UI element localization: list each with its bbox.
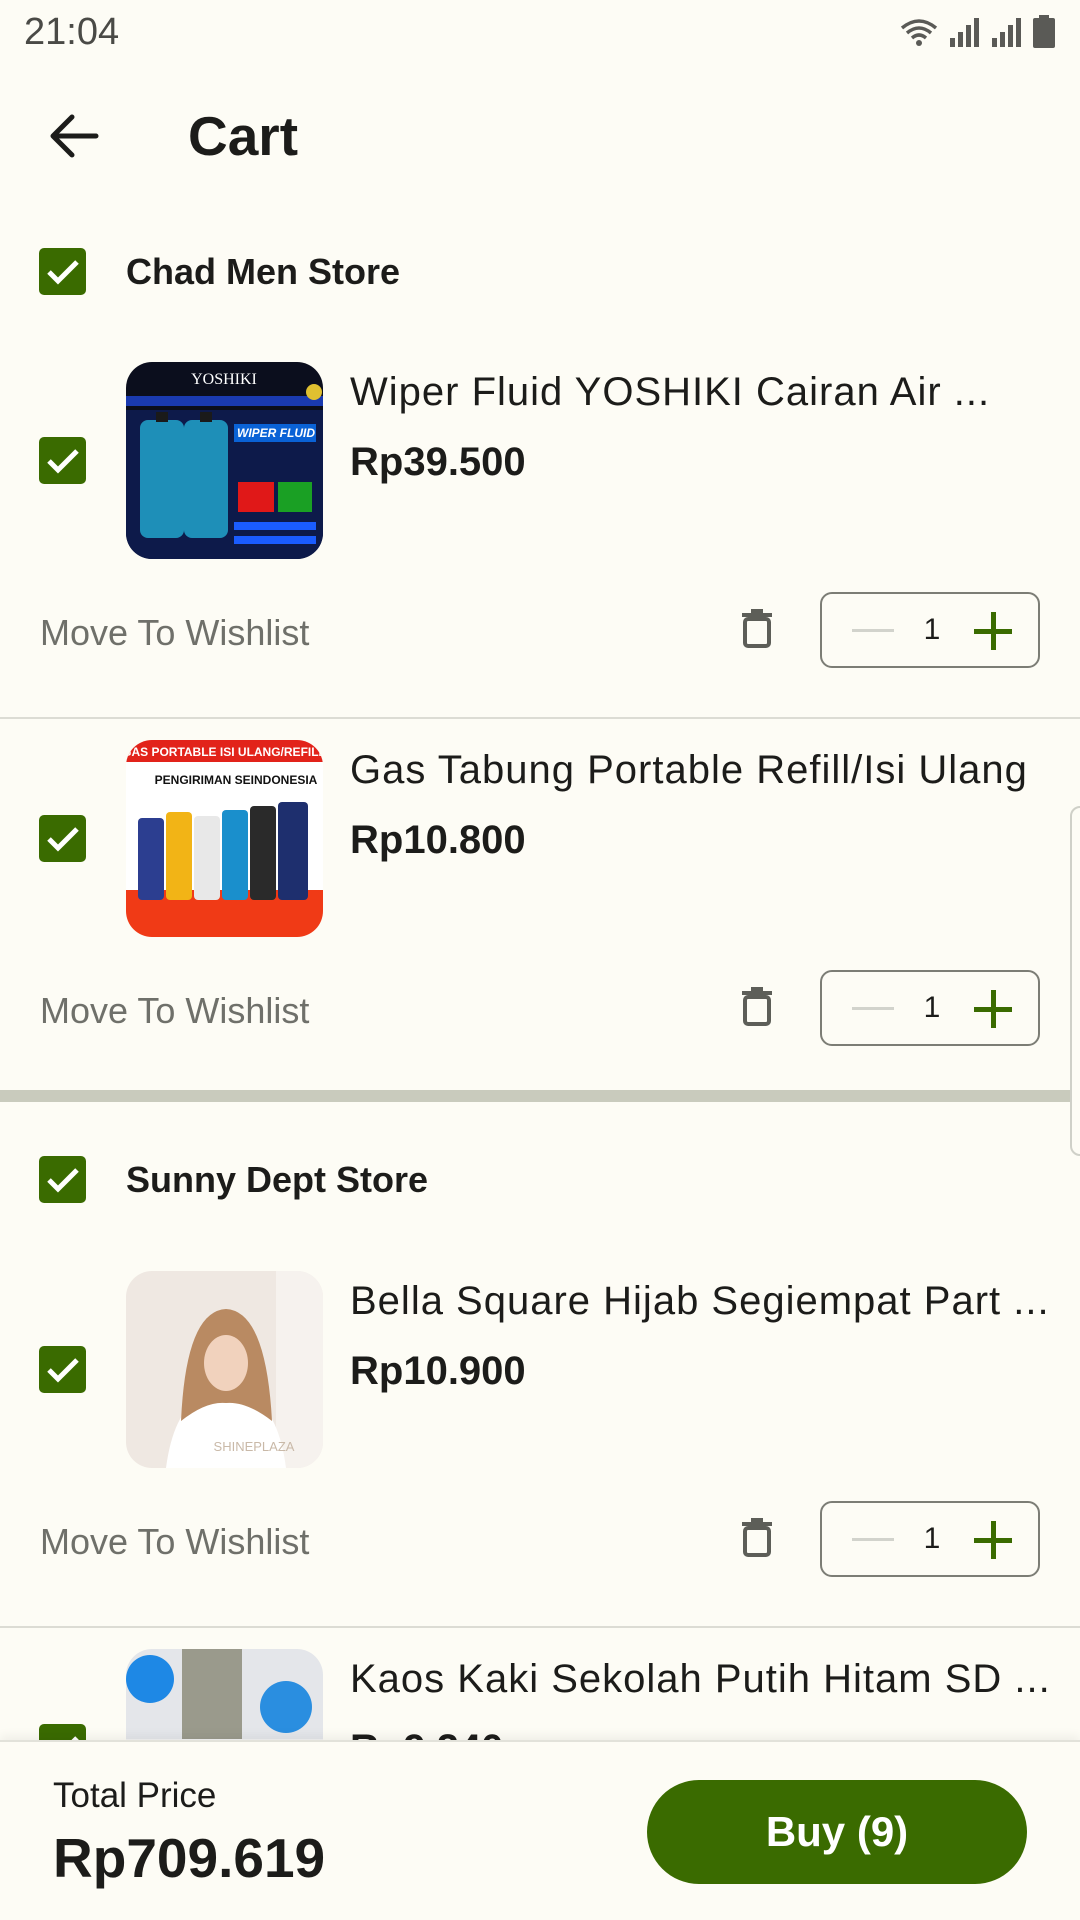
product-price: Rp9.240 <box>350 1727 503 1740</box>
product-image-banner: GAS PORTABLE ISI ULANG/REFILL <box>126 745 323 759</box>
quantity-stepper: 1 <box>820 592 1040 668</box>
cart-item: YOSHIKI WIPER FLUID Wiper Fluid YOSHIKI … <box>0 362 1080 682</box>
arrow-left-icon <box>50 114 99 158</box>
delete-button[interactable] <box>730 598 784 658</box>
check-icon <box>46 1167 79 1193</box>
cart-item: Kaos Kaki Sekolah Putih Hitam SD ... Rp9… <box>0 1649 1080 1740</box>
product-image-art: YOSHIKI WIPER FLUID <box>126 362 323 559</box>
store-header: Chad Men Store <box>0 217 1080 327</box>
quantity-value: 1 <box>923 991 941 1024</box>
quantity-value: 1 <box>923 613 941 646</box>
back-button[interactable] <box>22 84 126 188</box>
store-name: Sunny Dept Store <box>126 1159 429 1200</box>
item-checkbox[interactable] <box>39 815 86 862</box>
app-bar: Cart <box>0 84 1080 188</box>
increase-button[interactable] <box>970 986 1016 1032</box>
store-name: Chad Men Store <box>126 251 401 292</box>
item-divider <box>0 717 1080 719</box>
product-image[interactable]: YOSHIKI WIPER FLUID <box>126 362 323 559</box>
plus-icon <box>974 990 1012 1028</box>
move-to-wishlist-button[interactable]: Move To Wishlist <box>40 990 309 1032</box>
check-icon <box>46 259 79 285</box>
product-image-label: PENGIRIMAN SEINDONESIA <box>155 773 318 787</box>
store-checkbox[interactable] <box>39 248 86 295</box>
product-image[interactable] <box>126 1649 323 1740</box>
check-icon <box>46 826 79 852</box>
product-name[interactable]: Kaos Kaki Sekolah Putih Hitam SD ... <box>350 1657 1080 1702</box>
battery-icon <box>1033 15 1055 48</box>
status-time: 21:04 <box>24 10 120 53</box>
plus-icon <box>974 1521 1012 1559</box>
item-divider <box>0 1626 1080 1628</box>
product-name[interactable]: Bella Square Hijab Segiempat Part ... <box>350 1279 1080 1324</box>
cart-item: GAS PORTABLE ISI ULANG/REFILL PENGIRIMAN… <box>0 740 1080 1060</box>
status-icons <box>898 15 1056 49</box>
item-checkbox[interactable] <box>39 437 86 484</box>
item-checkbox[interactable] <box>39 1724 86 1740</box>
checkout-bar: Total Price Rp709.619 Buy (9) <box>0 1740 1080 1920</box>
product-image-art: GAS PORTABLE ISI ULANG/REFILL PENGIRIMAN… <box>126 740 323 937</box>
wifi-icon <box>900 19 938 46</box>
quantity-stepper: 1 <box>820 1501 1040 1577</box>
product-image-art <box>126 1649 323 1740</box>
product-name[interactable]: Wiper Fluid YOSHIKI Cairan Air ... <box>350 370 1080 415</box>
signal-icon <box>950 18 979 47</box>
check-icon <box>46 448 79 474</box>
delete-button[interactable] <box>730 976 784 1036</box>
cart-list[interactable]: Chad Men Store YOSHIKI WIPER FLUID Wiper… <box>0 200 1080 1740</box>
store-divider <box>0 1090 1080 1102</box>
status-bar: 21:04 <box>0 0 1080 64</box>
product-price: Rp39.500 <box>350 440 526 484</box>
buy-button[interactable]: Buy (9) <box>647 1780 1027 1884</box>
edge-panel-handle[interactable] <box>1070 806 1080 1156</box>
total-price-value: Rp709.619 <box>53 1827 326 1889</box>
store-checkbox[interactable] <box>39 1156 86 1203</box>
trash-icon <box>742 987 772 1026</box>
product-image-art: SHINEPLAZA <box>126 1271 323 1468</box>
page-title: Cart <box>188 105 299 167</box>
decrease-button[interactable] <box>848 616 898 646</box>
item-checkbox[interactable] <box>39 1346 86 1393</box>
check-icon <box>46 1357 79 1383</box>
product-price: Rp10.900 <box>350 1349 526 1393</box>
increase-button[interactable] <box>970 1517 1016 1563</box>
minus-icon <box>852 1007 894 1010</box>
product-image[interactable]: SHINEPLAZA <box>126 1271 323 1468</box>
minus-icon <box>852 629 894 632</box>
trash-icon <box>742 1518 772 1557</box>
product-image-brand: YOSHIKI <box>191 371 257 388</box>
product-price: Rp10.800 <box>350 818 526 862</box>
quantity-stepper: 1 <box>820 970 1040 1046</box>
delete-button[interactable] <box>730 1507 784 1567</box>
plus-icon <box>974 612 1012 650</box>
product-image-label: WIPER FLUID <box>237 426 315 440</box>
product-image[interactable]: GAS PORTABLE ISI ULANG/REFILL PENGIRIMAN… <box>126 740 323 937</box>
trash-icon <box>742 609 772 648</box>
quantity-value: 1 <box>923 1522 941 1555</box>
increase-button[interactable] <box>970 608 1016 654</box>
total-price-label: Total Price <box>53 1776 217 1815</box>
decrease-button[interactable] <box>848 994 898 1024</box>
product-name[interactable]: Gas Tabung Portable Refill/Isi Ulang <box>350 748 1080 793</box>
decrease-button[interactable] <box>848 1525 898 1555</box>
cart-item: SHINEPLAZA Bella Square Hijab Segiempat … <box>0 1271 1080 1591</box>
product-image-watermark: SHINEPLAZA <box>214 1439 295 1454</box>
minus-icon <box>852 1538 894 1541</box>
store-header: Sunny Dept Store <box>0 1125 1080 1235</box>
move-to-wishlist-button[interactable]: Move To Wishlist <box>40 1521 309 1563</box>
signal-icon-2 <box>992 18 1021 47</box>
move-to-wishlist-button[interactable]: Move To Wishlist <box>40 612 309 654</box>
